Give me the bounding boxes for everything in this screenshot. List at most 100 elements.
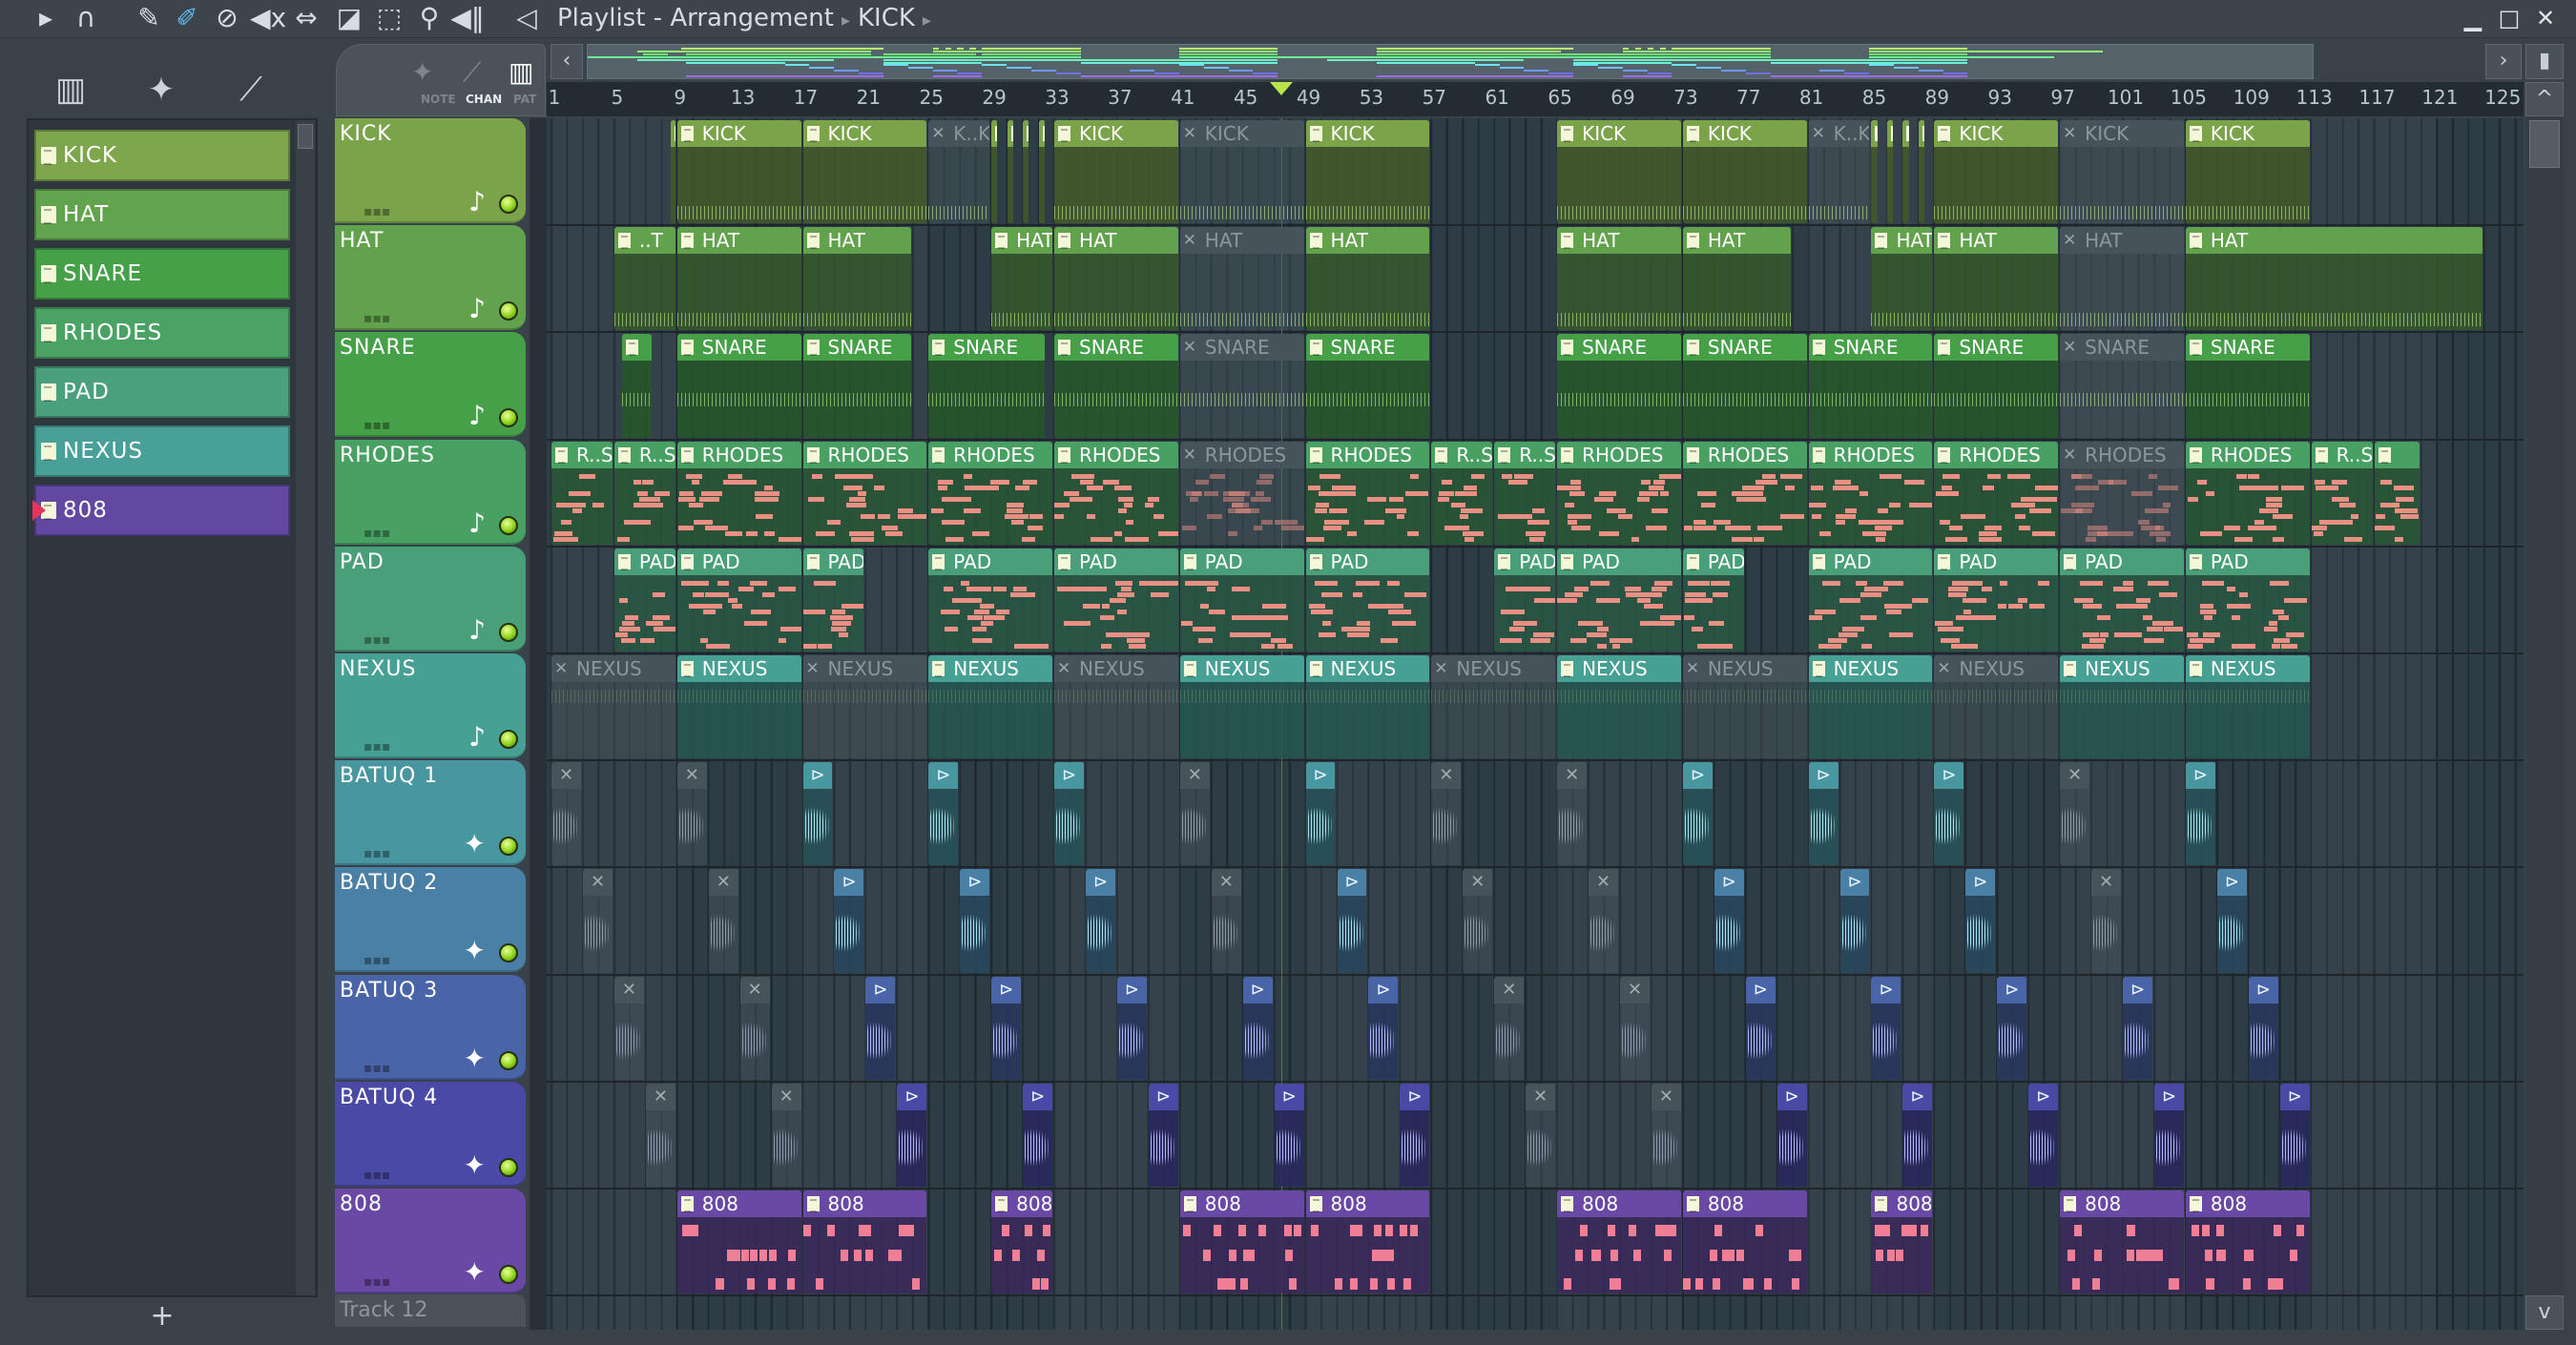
clip-header[interactable]: ⊳: [928, 762, 959, 790]
clip-header[interactable]: HAT: [1054, 227, 1178, 255]
track-header-hat[interactable]: HAT ▪▪▪ ♪: [335, 225, 526, 331]
track-menu-icon[interactable]: ▪▪▪: [364, 846, 390, 861]
audio-clip[interactable]: ✕: [1619, 976, 1650, 1080]
pattern-clip[interactable]: R..S: [613, 441, 675, 545]
pattern-clip[interactable]: KICK: [1054, 120, 1178, 224]
clip-header[interactable]: PAD: [1494, 548, 1556, 575]
scrollbar-thumb[interactable]: [2529, 120, 2560, 168]
clip-header[interactable]: NEXUS: [1179, 655, 1304, 682]
pattern-clip[interactable]: NEXUS: [1682, 655, 1807, 759]
audio-clip[interactable]: ✕: [1557, 762, 1588, 866]
pattern-clip[interactable]: HAT: [2185, 227, 2483, 331]
audio-clip[interactable]: ⊳: [1085, 869, 1115, 973]
clip-header[interactable]: ⊳: [1337, 869, 1367, 897]
pattern-clip[interactable]: RHODES: [2185, 441, 2310, 545]
pattern-clip[interactable]: SNARE: [1179, 334, 1304, 438]
scroll-left-button[interactable]: ‹: [551, 44, 583, 79]
pattern-clip[interactable]: NEXUS: [2185, 655, 2310, 759]
pattern-clip[interactable]: NEXUS: [551, 655, 675, 759]
audio-clip[interactable]: ⊳: [1400, 1083, 1430, 1187]
clip-header[interactable]: [671, 120, 675, 147]
clip-header[interactable]: HAT: [1179, 227, 1304, 255]
audio-clip[interactable]: ✕: [2091, 869, 2121, 973]
clip-header[interactable]: HAT: [1557, 227, 1681, 255]
clip-header[interactable]: RHODES: [1934, 441, 2059, 468]
pattern-clip[interactable]: SNARE: [676, 334, 801, 438]
track-header-kick[interactable]: KICK ▪▪▪ ♪: [335, 118, 526, 223]
pattern-clip[interactable]: [1023, 120, 1029, 224]
clip-header[interactable]: ✕: [1463, 869, 1493, 897]
pattern-clip[interactable]: NEXUS: [1305, 655, 1430, 759]
clip-header[interactable]: PAD: [2060, 548, 2184, 575]
pattern-clip[interactable]: 808: [1682, 1190, 1807, 1294]
piano-roll-icon[interactable]: ▥: [509, 56, 533, 88]
clip-header[interactable]: ✕: [2060, 762, 2090, 790]
clip-header[interactable]: [1918, 120, 1925, 147]
clip-header[interactable]: KICK: [1682, 120, 1807, 147]
track-enable-led[interactable]: [499, 408, 518, 428]
track-name[interactable]: BATUQ 3: [340, 979, 438, 1003]
clip-header[interactable]: R..S: [1494, 441, 1556, 468]
audio-clip[interactable]: ⊳: [1368, 976, 1399, 1080]
clip-header[interactable]: ⊳: [1871, 976, 1901, 1004]
clip-header[interactable]: ⊳: [1085, 869, 1115, 897]
clip-header[interactable]: RHODES: [1808, 441, 1933, 468]
clip-header[interactable]: ⊳: [1965, 869, 1996, 897]
pattern-clip[interactable]: RHODES: [928, 441, 1053, 545]
clip-header[interactable]: ✕: [1589, 869, 1618, 897]
pattern-clip[interactable]: 808: [1179, 1190, 1304, 1294]
pattern-clip[interactable]: 808: [991, 1190, 1053, 1294]
audio-clip[interactable]: ✕: [1589, 869, 1618, 973]
pattern-clip[interactable]: SNARE: [1305, 334, 1430, 438]
pattern-clip[interactable]: NEXUS: [1808, 655, 1933, 759]
clip-header[interactable]: R..S: [1431, 441, 1493, 468]
track-header-batuq-1[interactable]: BATUQ 1 ▪▪▪ ✦: [335, 760, 526, 866]
clip-header[interactable]: PAD: [1934, 548, 2059, 575]
pattern-clip[interactable]: KICK: [1179, 120, 1304, 224]
audio-clip[interactable]: ⊳: [2248, 976, 2278, 1080]
zoom-icon[interactable]: ⚲: [412, 2, 447, 34]
overview-handle-button[interactable]: ▮: [2525, 44, 2564, 79]
pattern-clip[interactable]: [2374, 441, 2420, 545]
track-enable-led[interactable]: [499, 1157, 518, 1177]
clip-header[interactable]: ✕: [2091, 869, 2121, 897]
pattern-clip[interactable]: R..S: [2311, 441, 2373, 545]
pattern-clip[interactable]: NEXUS: [1431, 655, 1556, 759]
clip-header[interactable]: ⊳: [2123, 976, 2152, 1004]
clip-header[interactable]: NEXUS: [2185, 655, 2310, 682]
pattern-clip[interactable]: PAD: [676, 548, 801, 652]
playhead-marker[interactable]: [1269, 82, 1293, 95]
clip-header[interactable]: HAT: [991, 227, 1053, 255]
pattern-clip[interactable]: NEXUS: [802, 655, 927, 759]
clip-header[interactable]: ⊳: [1400, 1083, 1430, 1110]
clip-header[interactable]: R..S: [551, 441, 613, 468]
clip-header[interactable]: ⊳: [865, 976, 896, 1004]
pattern-clip[interactable]: HAT: [1557, 227, 1681, 331]
audio-clip[interactable]: ⊳: [2185, 762, 2215, 866]
audio-clip[interactable]: ⊳: [1745, 976, 1776, 1080]
track-enable-led[interactable]: [499, 730, 518, 749]
audio-clip[interactable]: ⊳: [802, 762, 833, 866]
clip-header[interactable]: 808: [802, 1190, 927, 1217]
clip-header[interactable]: ⊳: [2028, 1083, 2059, 1110]
clip-header[interactable]: KICK: [1179, 120, 1304, 147]
pattern-clip[interactable]: KICK: [1934, 120, 2059, 224]
clip-header[interactable]: ⊳: [960, 869, 990, 897]
clip-header[interactable]: ⊳: [1714, 869, 1744, 897]
clip-header[interactable]: SNARE: [1179, 334, 1304, 362]
clip-header[interactable]: RHODES: [1054, 441, 1178, 468]
delete-icon[interactable]: ⊘: [210, 2, 244, 34]
track-menu-icon[interactable]: ▪▪▪: [364, 953, 390, 968]
menu-arrow-icon[interactable]: ▸: [29, 2, 63, 34]
track-enable-led[interactable]: [499, 1265, 518, 1284]
pattern-clip[interactable]: HAT: [2060, 227, 2184, 331]
picker-scrollbar[interactable]: [296, 120, 315, 1295]
track-enable-led[interactable]: [499, 622, 518, 642]
track-menu-icon[interactable]: ▪▪▪: [364, 418, 390, 433]
clip-header[interactable]: SNARE: [1054, 334, 1178, 362]
clip-header[interactable]: RHODES: [1682, 441, 1807, 468]
timeline-ruler[interactable]: 1 5 9 13 17 21 25 29 33 37 41 45 49 53 57 61 65 69 73 77 81 8…: [547, 82, 2524, 116]
audio-clip[interactable]: ⊳: [2279, 1083, 2310, 1187]
track-name[interactable]: BATUQ 2: [340, 871, 438, 895]
clip-header[interactable]: ✕: [551, 762, 581, 790]
